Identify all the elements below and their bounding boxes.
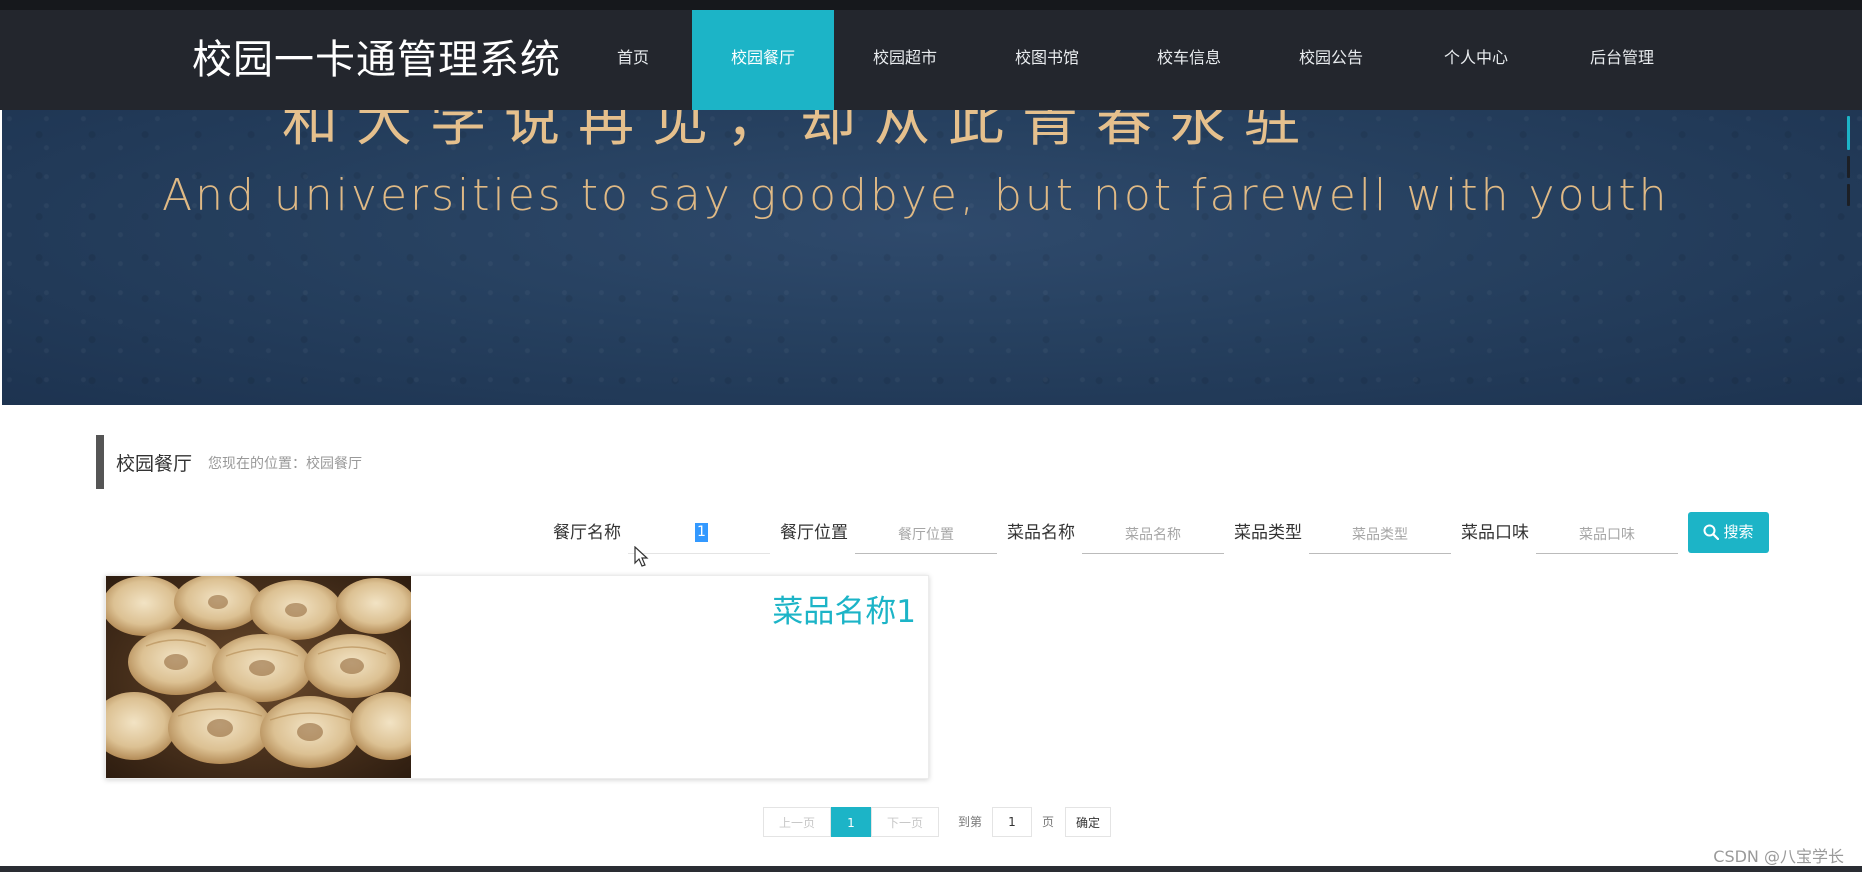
watermark: CSDN @八宝学长 [1713, 847, 1844, 866]
breadcrumb: 您现在的位置：校园餐厅 [208, 456, 362, 472]
input-dish-flavor[interactable] [1536, 517, 1678, 554]
nav-item-profile[interactable]: 个人中心 [1405, 10, 1547, 110]
search-button-label: 搜索 [1723, 523, 1754, 541]
label-canteen-location: 餐厅位置 [780, 523, 848, 543]
dish-image[interactable] [106, 576, 411, 778]
input-dish-name[interactable] [1082, 517, 1224, 554]
label-dish-name: 菜品名称 [1007, 523, 1075, 543]
site-logo-title[interactable]: 校园一卡通管理系统 [192, 32, 561, 88]
search-button[interactable]: 搜索 [1688, 512, 1769, 553]
nav-item-library[interactable]: 校图书馆 [976, 10, 1118, 110]
banner-headline-cn: 和大学说再见，却从此青春永驻 [282, 110, 1318, 154]
dish-photo-flatbread [106, 576, 411, 778]
pagination-confirm-button[interactable]: 确定 [1065, 807, 1111, 837]
carousel-indicator[interactable] [1847, 184, 1850, 206]
pagination-goto-prefix: 到第 [958, 815, 983, 829]
pagination-page-current[interactable]: 1 [831, 807, 871, 837]
nav-item-canteen[interactable]: 校园餐厅 [692, 10, 834, 110]
selected-text-highlight: 1 [695, 523, 708, 542]
mouse-cursor-icon [634, 546, 649, 567]
nav-item-school-bus[interactable]: 校车信息 [1118, 10, 1260, 110]
input-dish-type[interactable] [1309, 517, 1451, 554]
label-dish-type: 菜品类型 [1234, 523, 1302, 543]
label-dish-flavor: 菜品口味 [1461, 523, 1529, 543]
window-bottom-strip [0, 866, 1862, 872]
pagination-next[interactable]: 下一页 [871, 807, 939, 837]
pagination-prev[interactable]: 上一页 [763, 807, 831, 837]
section-header: 校园餐厅 您现在的位置：校园餐厅 [96, 435, 696, 489]
page-title: 校园餐厅 [116, 453, 193, 475]
dish-card[interactable]: 菜品名称1 [105, 575, 929, 779]
top-navbar: 校园一卡通管理系统 首页 校园餐厅 校园超市 校图书馆 校车信息 校园公告 个人… [0, 10, 1862, 110]
window-top-strip [0, 0, 1862, 10]
carousel-indicator-active[interactable] [1847, 116, 1850, 150]
hero-banner: 和大学说再见，却从此青春永驻 And universities to say g… [2, 110, 1862, 405]
nav-item-announcements[interactable]: 校园公告 [1260, 10, 1402, 110]
pagination-goto-suffix: 页 [1042, 815, 1055, 829]
nav-item-admin[interactable]: 后台管理 [1551, 10, 1693, 110]
input-canteen-location[interactable] [855, 517, 997, 554]
label-canteen-name: 餐厅名称 [553, 523, 621, 543]
banner-headline-en: And universities to say goodbye, but not… [162, 170, 1670, 221]
nav-item-home[interactable]: 首页 [562, 10, 704, 110]
nav-item-supermarket[interactable]: 校园超市 [834, 10, 976, 110]
section-header-bar [96, 435, 104, 489]
carousel-indicator[interactable] [1847, 156, 1850, 178]
search-icon [1703, 524, 1720, 541]
dish-name[interactable]: 菜品名称1 [772, 586, 916, 631]
pagination-goto-input[interactable] [992, 807, 1032, 837]
